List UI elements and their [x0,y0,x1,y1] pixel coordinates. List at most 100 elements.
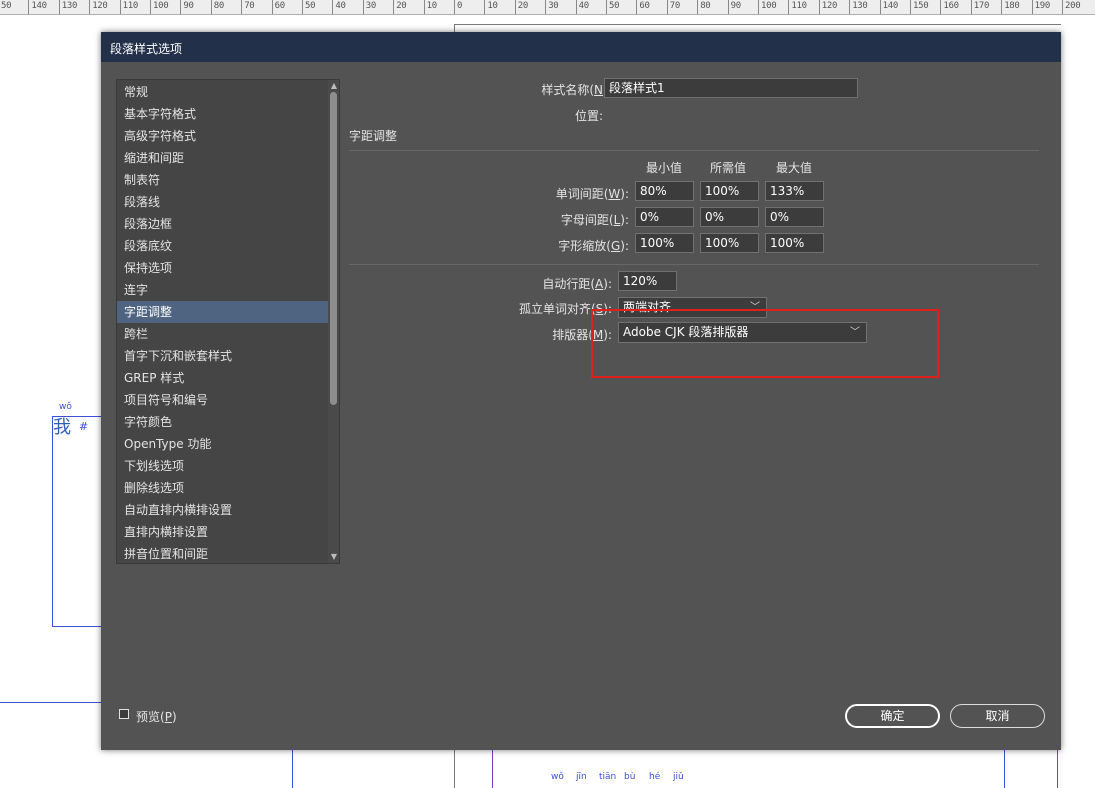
ruler-tick-label: 200 [1065,1,1081,11]
hash-mark: # [79,420,89,433]
ruler-tick: 100 [758,0,777,14]
category-item[interactable]: 段落边框 [117,213,328,235]
word-spacing-max-input[interactable]: 133% [765,181,824,201]
glyph-scaling-desired-input[interactable]: 100% [700,233,759,253]
category-item[interactable]: 下划线选项 [117,455,328,477]
section-title: 字距调整 [349,129,398,143]
category-item[interactable]: 常规 [117,81,328,103]
style-name-input[interactable]: 段落样式1 [604,78,858,98]
auto-leading-input[interactable]: 120% [618,271,677,291]
category-item[interactable]: 项目符号和编号 [117,389,328,411]
glyph-scaling-min-input[interactable]: 100% [635,233,694,253]
ruler-tick-label: 170 [973,1,990,11]
category-item[interactable]: 直排内横排设置 [117,521,328,543]
ruler-tick-label: 140 [31,1,47,11]
section-divider [349,150,1039,151]
ruler-tick: 120 [89,0,108,14]
ruler-tick: 30 [545,0,559,14]
category-item[interactable]: 字距调整 [117,301,328,323]
highlight-box [591,309,939,378]
category-list[interactable]: 拼音位置和间距 直排内横排设置 自动直排内横排设置 删除线选项 下划线选项 OpenTyp… [116,79,340,564]
word-spacing-desired-input[interactable]: 100% [700,181,759,201]
ruler-tick-label: 60 [639,1,650,11]
ruler-tick: 30 [362,0,376,14]
category-item[interactable]: 段落线 [117,191,328,213]
glyph-scaling-label: 字形缩放(G): [558,239,629,253]
category-item[interactable]: 基本字符格式 [117,103,328,125]
ruler-tick-label: 80 [700,1,711,11]
column-header-desired: 所需值 [709,161,746,175]
ruler-tick: 90 [727,0,741,14]
style-name-label: 样式名称(N [541,83,603,97]
horizontal-ruler[interactable]: 50 140 130 120 110 100 90 80 70 60 50 40 30 20 10 0 10 20… [0,0,1095,15]
ruler-tick-label: 20 [517,1,529,11]
guide-line [0,702,101,703]
ruler-tick: 80 [210,0,224,14]
letter-spacing-desired-input[interactable]: 0% [700,207,759,227]
ruler-tick: 190 [1031,0,1050,14]
category-item[interactable]: 制表符 [117,169,328,191]
letter-spacing-label: 字母间距(L): [560,213,629,227]
ruler-tick-label: 190 [1034,1,1051,11]
ruler-tick-label: 140 [882,1,899,11]
ruler-tick-label: 90 [183,1,194,11]
guide-line [292,750,293,788]
ruler-tick: 140 [879,0,898,14]
category-item[interactable]: 删除线选项 [117,477,328,499]
scrollbar-thumb[interactable] [330,92,337,405]
ruler-tick-label: 10 [487,1,498,11]
letter-spacing-max-input[interactable]: 0% [765,207,824,227]
ruler-tick: 90 [180,0,194,14]
letter-spacing-min-input[interactable]: 0% [635,207,694,227]
ruler-tick: 70 [241,0,255,14]
ruler-tick-label: 50 [609,1,620,11]
category-item[interactable]: 拼音位置和间距 [117,543,328,563]
ok-button[interactable]: 确定 [845,704,940,728]
ruler-tick-label: 80 [213,1,225,11]
preview-label[interactable]: 预览(P) [136,708,177,725]
ruler-tick: 50 [302,0,316,14]
page-edge [454,24,455,32]
ruler-tick: 0 [454,0,462,14]
category-item[interactable]: GREP 样式 [117,367,328,389]
category-item[interactable]: 段落底纹 [117,235,328,257]
category-item[interactable]: 高级字符格式 [117,125,328,147]
ruler-tick-label: 30 [365,1,377,11]
category-item[interactable]: 连字 [117,279,328,301]
ruler-tick: 20 [393,0,407,14]
preview-checkbox[interactable] [119,709,129,719]
category-item[interactable]: 缩进和间距 [117,147,328,169]
pinyin-annotation: hé [649,772,661,782]
ruler-tick-label: 20 [396,1,407,11]
ruler-tick: 110 [788,0,807,14]
glyph-scaling-max-input[interactable]: 100% [765,233,824,253]
word-spacing-min-input[interactable]: 80% [635,181,694,201]
ruler-tick-label: 40 [578,1,590,11]
cancel-button[interactable]: 取消 [950,704,1045,728]
ruby-base-char: 我 [53,417,71,438]
category-scrollbar[interactable]: ▲ ▼ [328,80,339,563]
ruler-tick: 40 [332,0,346,14]
ruler-tick: 170 [970,0,989,14]
ruler-tick: 20 [514,0,528,14]
dialog-titlebar[interactable]: 段落样式选项 [101,32,1061,62]
ruler-tick-label: 40 [335,1,346,11]
ruler-tick: 70 [666,0,680,14]
category-item[interactable]: OpenType 功能 [117,433,328,455]
pinyin-annotation: bù [624,772,636,782]
ruler-tick: 200 [1062,0,1081,14]
category-item[interactable]: 字符颜色 [117,411,328,433]
ruler-tick: 130 [58,0,77,14]
ruler-tick-label: 70 [669,1,681,11]
guide-line [1057,750,1058,788]
ruler-tick-label: 0 [457,1,463,11]
category-item[interactable]: 保持选项 [117,257,328,279]
scroll-down-icon[interactable]: ▼ [330,552,338,562]
section-divider [349,264,1039,265]
category-item[interactable]: 跨栏 [117,323,328,345]
ruler-tick-label: 160 [943,1,959,11]
column-header-max: 最大值 [775,161,812,175]
category-item[interactable]: 自动直排内横排设置 [117,499,328,521]
category-item[interactable]: 首字下沉和嵌套样式 [117,345,328,367]
scroll-up-icon[interactable]: ▲ [330,81,338,91]
